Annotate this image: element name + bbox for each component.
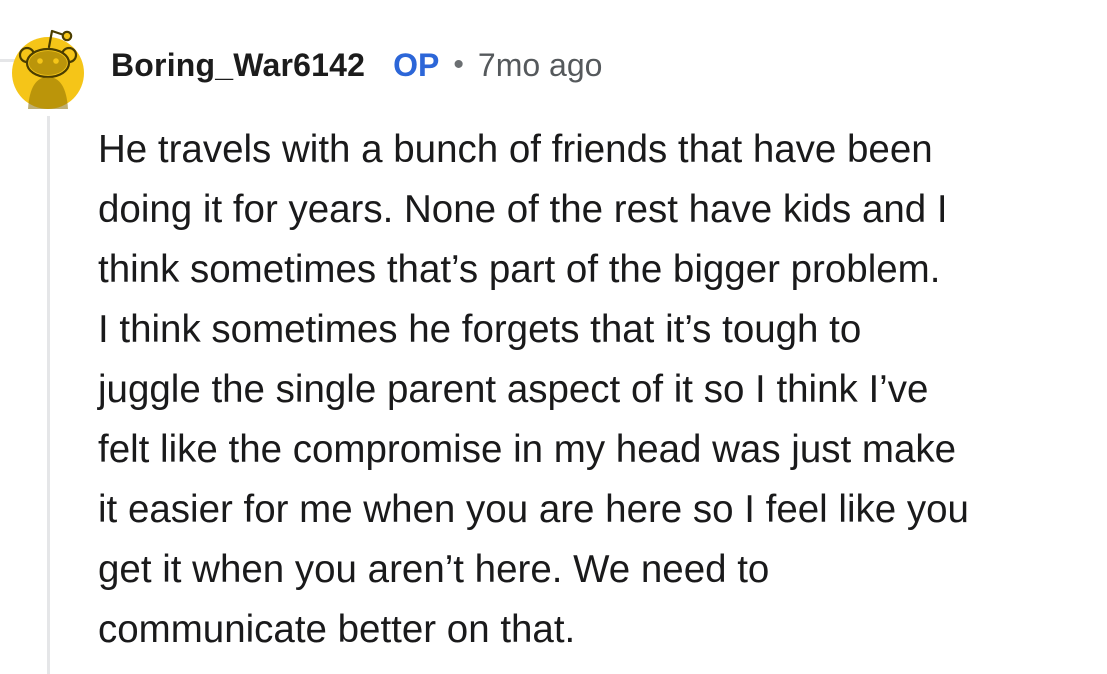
comment-text-line: it easier for me when you are here so I … [98, 488, 969, 531]
comment-text-line: think sometimes that’s part of the bigge… [98, 248, 941, 291]
comment-text-line: juggle the single parent aspect of it so… [98, 368, 929, 411]
comment-text-line: doing it for years. None of the rest hav… [98, 188, 948, 231]
avatar[interactable] [12, 17, 84, 113]
reddit-snoo-avatar-icon [12, 29, 84, 109]
separator-dot: • [453, 48, 464, 81]
comment-text-line: get it when you aren’t here. We need to [98, 548, 770, 591]
comment-text-line: communicate better on that. [98, 608, 576, 651]
comment-text-line: He travels with a bunch of friends that … [98, 128, 933, 171]
author-username[interactable]: Boring_War6142 [111, 47, 365, 84]
comment-text-line: felt like the compromise in my head was … [98, 428, 957, 471]
comment-body: He travels with a bunch of friends that … [98, 120, 1098, 660]
comment-meta: Boring_War6142 OP • 7mo ago [111, 42, 602, 88]
op-badge: OP [393, 46, 440, 83]
comment-text-line: I think sometimes he forgets that it’s t… [98, 308, 862, 351]
comment-timestamp[interactable]: 7mo ago [478, 47, 603, 84]
thread-line[interactable] [47, 116, 50, 674]
